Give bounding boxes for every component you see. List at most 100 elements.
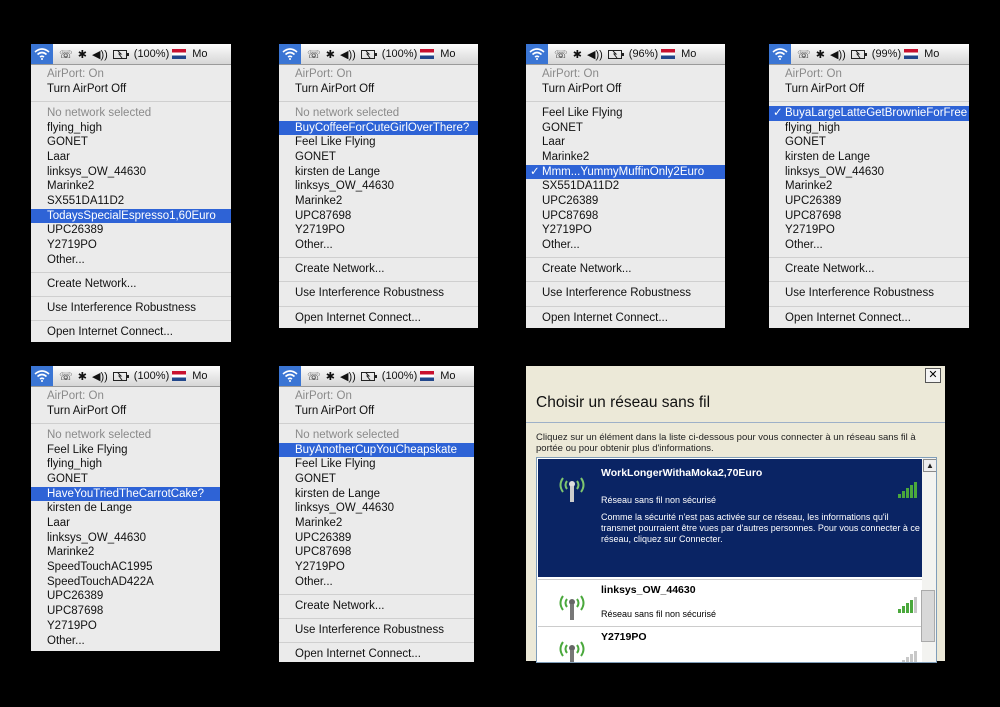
- wifi-icon[interactable]: [526, 44, 548, 64]
- menu-item[interactable]: Laar: [31, 516, 220, 531]
- menu-item[interactable]: Y2719PO: [526, 223, 725, 238]
- menu-item[interactable]: Use Interference Robustness: [769, 286, 969, 301]
- volume-icon[interactable]: ◀)): [340, 44, 356, 64]
- wifi-icon[interactable]: [31, 366, 53, 386]
- close-button[interactable]: ✕: [925, 368, 941, 383]
- scroll-thumb[interactable]: [921, 590, 935, 642]
- menu-item[interactable]: Turn AirPort Off: [526, 82, 725, 97]
- menu-item[interactable]: Feel Like Flying: [279, 457, 474, 472]
- menu-item[interactable]: Other...: [769, 238, 969, 253]
- menu-item[interactable]: kirsten de Lange: [31, 501, 220, 516]
- menu-item[interactable]: Laar: [31, 150, 231, 165]
- menu-item[interactable]: SpeedTouchAC1995: [31, 560, 220, 575]
- menu-item[interactable]: Turn AirPort Off: [769, 82, 969, 97]
- menu-item[interactable]: GONET: [526, 121, 725, 136]
- menu-item[interactable]: Create Network...: [279, 262, 478, 277]
- menu-item[interactable]: UPC26389: [769, 194, 969, 209]
- menu-item[interactable]: Y2719PO: [31, 238, 231, 253]
- menu-item[interactable]: Turn AirPort Off: [279, 404, 474, 419]
- input-flag-icon[interactable]: [172, 371, 187, 381]
- battery-icon[interactable]: [607, 44, 624, 64]
- menu-item[interactable]: UPC87698: [279, 209, 478, 224]
- menu-item[interactable]: Use Interference Robustness: [279, 286, 478, 301]
- menu-item[interactable]: Use Interference Robustness: [279, 623, 474, 638]
- menu-item[interactable]: Create Network...: [769, 262, 969, 277]
- bluetooth-icon[interactable]: ✱: [816, 44, 825, 64]
- menu-item[interactable]: UPC26389: [526, 194, 725, 209]
- menu-item[interactable]: linksys_OW_44630: [31, 531, 220, 546]
- menu-item[interactable]: Marinke2: [769, 179, 969, 194]
- menu-item[interactable]: UPC87698: [31, 604, 220, 619]
- wifi-icon[interactable]: [279, 44, 301, 64]
- menu-item[interactable]: GONET: [279, 472, 474, 487]
- battery-icon[interactable]: [360, 44, 377, 64]
- menu-item[interactable]: Create Network...: [526, 262, 725, 277]
- menu-item[interactable]: GONET: [31, 472, 220, 487]
- volume-icon[interactable]: ◀)): [587, 44, 603, 64]
- menu-item[interactable]: UPC87698: [769, 209, 969, 224]
- menu-item[interactable]: UPC26389: [31, 223, 231, 238]
- menu-item[interactable]: kirsten de Lange: [279, 487, 474, 502]
- menu-item[interactable]: Open Internet Connect...: [769, 311, 969, 326]
- volume-icon[interactable]: ◀)): [92, 366, 108, 386]
- menu-item[interactable]: Other...: [526, 238, 725, 253]
- menu-item[interactable]: Laar: [526, 135, 725, 150]
- menu-item[interactable]: TodaysSpecialEspresso1,60Euro: [31, 208, 231, 224]
- input-flag-icon[interactable]: [904, 49, 919, 59]
- menu-item[interactable]: BuyaLargeLatteGetBrownieForFree: [769, 105, 969, 121]
- bluetooth-icon[interactable]: ✱: [326, 44, 335, 64]
- menu-item[interactable]: GONET: [769, 135, 969, 150]
- menu-item[interactable]: flying_high: [769, 121, 969, 136]
- menu-item[interactable]: linksys_OW_44630: [279, 179, 478, 194]
- network-item[interactable]: Y2719PO: [538, 626, 922, 662]
- menu-item[interactable]: Other...: [279, 575, 474, 590]
- volume-icon[interactable]: ◀)): [340, 366, 356, 386]
- menu-item[interactable]: GONET: [31, 135, 231, 150]
- wifi-icon[interactable]: [279, 366, 301, 386]
- bluetooth-icon[interactable]: ✱: [326, 366, 335, 386]
- menu-item[interactable]: linksys_OW_44630: [279, 501, 474, 516]
- menu-item[interactable]: Y2719PO: [279, 223, 478, 238]
- menu-item[interactable]: linksys_OW_44630: [31, 165, 231, 180]
- phone-icon[interactable]: ☏: [59, 366, 73, 386]
- menu-item[interactable]: flying_high: [31, 121, 231, 136]
- bluetooth-icon[interactable]: ✱: [573, 44, 582, 64]
- menu-item[interactable]: kirsten de Lange: [279, 165, 478, 180]
- network-item-selected[interactable]: WorkLongerWithaMoka2,70Euro Réseau sans …: [538, 459, 922, 577]
- menu-item[interactable]: Open Internet Connect...: [526, 311, 725, 326]
- network-list[interactable]: WorkLongerWithaMoka2,70Euro Réseau sans …: [536, 457, 937, 663]
- menu-item[interactable]: BuyCoffeeForCuteGirlOverThere?: [279, 120, 478, 136]
- menu-item[interactable]: UPC87698: [279, 545, 474, 560]
- menu-item[interactable]: Marinke2: [31, 179, 231, 194]
- menu-item[interactable]: UPC87698: [526, 209, 725, 224]
- menu-item[interactable]: Feel Like Flying: [279, 135, 478, 150]
- scroll-up-button[interactable]: ▲: [923, 459, 936, 472]
- input-flag-icon[interactable]: [420, 49, 435, 59]
- menu-item[interactable]: Y2719PO: [31, 619, 220, 634]
- battery-icon[interactable]: [112, 366, 129, 386]
- menu-item[interactable]: Mmm...YummyMuffinOnly2Euro: [526, 164, 725, 180]
- phone-icon[interactable]: ☏: [554, 44, 568, 64]
- menu-item[interactable]: Turn AirPort Off: [31, 404, 220, 419]
- menu-item[interactable]: Open Internet Connect...: [279, 647, 474, 662]
- battery-icon[interactable]: [112, 44, 129, 64]
- menu-item[interactable]: SpeedTouchAD422A: [31, 575, 220, 590]
- bluetooth-icon[interactable]: ✱: [78, 366, 87, 386]
- battery-icon[interactable]: [850, 44, 867, 64]
- wifi-icon[interactable]: [769, 44, 791, 64]
- phone-icon[interactable]: ☏: [307, 44, 321, 64]
- volume-icon[interactable]: ◀)): [92, 44, 108, 64]
- network-item[interactable]: linksys_OW_44630 Réseau sans fil non séc…: [538, 579, 922, 626]
- scrollbar[interactable]: ▲: [921, 458, 936, 662]
- phone-icon[interactable]: ☏: [307, 366, 321, 386]
- input-flag-icon[interactable]: [661, 49, 676, 59]
- menu-item[interactable]: flying_high: [31, 457, 220, 472]
- menu-item[interactable]: Marinke2: [279, 194, 478, 209]
- menu-item[interactable]: Open Internet Connect...: [279, 311, 478, 326]
- battery-icon[interactable]: [360, 366, 377, 386]
- menu-item[interactable]: Other...: [31, 634, 220, 649]
- bluetooth-icon[interactable]: ✱: [78, 44, 87, 64]
- phone-icon[interactable]: ☏: [59, 44, 73, 64]
- menu-item[interactable]: UPC26389: [31, 589, 220, 604]
- volume-icon[interactable]: ◀)): [830, 44, 846, 64]
